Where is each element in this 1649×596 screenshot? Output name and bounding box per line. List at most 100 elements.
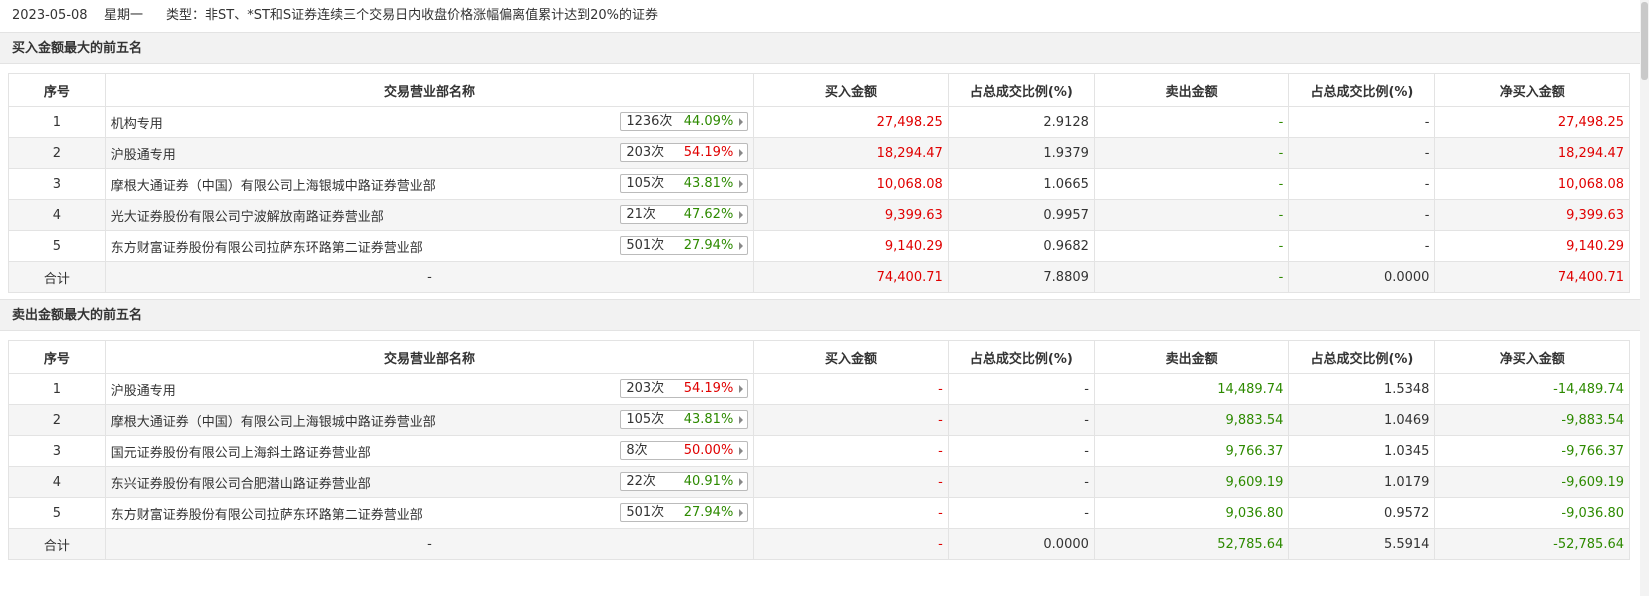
chevron-right-icon bbox=[739, 416, 744, 424]
branch-stats-button[interactable]: 501次 27.94% bbox=[620, 503, 749, 522]
buy-ratio: 2.9128 bbox=[947, 106, 1095, 138]
branch-stats-button[interactable]: 105次 43.81% bbox=[620, 410, 749, 429]
branch-stats-button[interactable]: 203次 54.19% bbox=[620, 379, 749, 398]
sell-ratio: 0.9572 bbox=[1288, 497, 1436, 529]
buy-amount: 27,498.25 bbox=[753, 106, 949, 138]
total-buy-amount: - bbox=[753, 528, 949, 560]
row-number: 4 bbox=[8, 199, 106, 231]
total-row: 合计 - -0.0000 52,785.64 5.5914 -52,785.64 bbox=[8, 528, 1630, 560]
table-row: 5 东方财富证券股份有限公司拉萨东环路第二证券营业部 501次 27.94% - -9,0… bbox=[8, 497, 1630, 529]
buy-ratio: - bbox=[947, 373, 1095, 405]
branch-name[interactable]: 东方财富证券股份有限公司拉萨东环路第二证券营业部 bbox=[111, 241, 423, 256]
branch-name[interactable]: 摩根大通证券（中国）有限公司上海银城中路证券营业部 bbox=[111, 179, 436, 194]
table-row: 4 东兴证券股份有限公司合肥潜山路证券营业部 22次 40.91% - -9,609.19… bbox=[8, 466, 1630, 498]
branch-stats-button[interactable]: 203次 54.19% bbox=[620, 143, 749, 162]
win-rate: 44.09% bbox=[683, 114, 734, 129]
sell-amount: 9,883.54 bbox=[1093, 404, 1290, 436]
col-header-no: 序号 bbox=[8, 73, 106, 107]
col-header-sell: 卖出金额 bbox=[1093, 340, 1290, 374]
total-sell-amount: 52,785.64 bbox=[1093, 528, 1290, 560]
net-amount: 27,498.25 bbox=[1434, 106, 1630, 138]
branch-name[interactable]: 光大证券股份有限公司宁波解放南路证券营业部 bbox=[111, 210, 384, 225]
net-amount: 18,294.47 bbox=[1434, 137, 1630, 169]
table-row: 1 机构专用 1236次 44.09% 27,498.25 2.9128- -27,498.… bbox=[8, 106, 1630, 138]
row-number: 4 bbox=[8, 466, 106, 498]
total-sell-ratio: 0.0000 bbox=[1288, 261, 1436, 293]
col-header-buy-pct: 占总成交比例(%) bbox=[947, 73, 1095, 107]
total-label: 合计 bbox=[8, 528, 106, 560]
net-amount: -14,489.74 bbox=[1434, 373, 1630, 405]
total-sell-ratio: 5.5914 bbox=[1288, 528, 1436, 560]
net-amount: 10,068.08 bbox=[1434, 168, 1630, 200]
net-amount: 9,399.63 bbox=[1434, 199, 1630, 231]
branch-stats-button[interactable]: 105次 43.81% bbox=[620, 174, 749, 193]
sell-amount: - bbox=[1093, 230, 1290, 262]
col-header-branch: 交易营业部名称 bbox=[104, 340, 755, 374]
net-amount: -9,036.80 bbox=[1434, 497, 1630, 529]
sell-amount: 14,489.74 bbox=[1093, 373, 1290, 405]
col-header-buy: 买入金额 bbox=[753, 340, 949, 374]
list-type: 类型：非ST、*ST和S证券连续三个交易日内收盘价格涨幅偏离值累计达到20%的证… bbox=[166, 8, 659, 23]
chevron-right-icon bbox=[739, 385, 744, 393]
chevron-right-icon bbox=[739, 149, 744, 157]
table-header-row: 序号 交易营业部名称 买入金额 占总成交比例(%) 卖出金额 占总成交比例(%)… bbox=[8, 73, 1630, 107]
chevron-right-icon bbox=[739, 509, 744, 517]
sell-amount: 9,766.37 bbox=[1093, 435, 1290, 467]
sell-ratio: - bbox=[1288, 199, 1436, 231]
win-rate: 54.19% bbox=[683, 381, 734, 396]
branch-name[interactable]: 国元证券股份有限公司上海斜土路证券营业部 bbox=[111, 446, 371, 461]
branch-cell: 东方财富证券股份有限公司拉萨东环路第二证券营业部 501次 27.94% bbox=[104, 230, 755, 262]
row-number: 3 bbox=[8, 168, 106, 200]
branch-stats-button[interactable]: 501次 27.94% bbox=[620, 236, 749, 255]
buy-amount: - bbox=[753, 404, 949, 436]
win-rate: 50.00% bbox=[683, 443, 734, 458]
scrollbar-thumb[interactable] bbox=[1641, 2, 1648, 80]
buy-amount: - bbox=[753, 435, 949, 467]
table-row: 2 沪股通专用 203次 54.19% 18,294.47 1.9379- -18,294.… bbox=[8, 137, 1630, 169]
branch-cell: 东方财富证券股份有限公司拉萨东环路第二证券营业部 501次 27.94% bbox=[104, 497, 755, 529]
branch-cell: 沪股通专用 203次 54.19% bbox=[104, 137, 755, 169]
table-row: 4 光大证券股份有限公司宁波解放南路证券营业部 21次 47.62% 9,399.63 0… bbox=[8, 199, 1630, 231]
total-buy-ratio: 0.0000 bbox=[947, 528, 1095, 560]
list-count: 8次 bbox=[626, 443, 648, 458]
sell-amount: - bbox=[1093, 168, 1290, 200]
sell-amount: 9,609.19 bbox=[1093, 466, 1290, 498]
branch-name[interactable]: 沪股通专用 bbox=[111, 148, 176, 163]
buy-amount: 9,399.63 bbox=[753, 199, 949, 231]
sell-section-title: 卖出金额最大的前五名 bbox=[0, 299, 1640, 331]
sell-ratio: - bbox=[1288, 106, 1436, 138]
branch-name[interactable]: 机构专用 bbox=[111, 117, 163, 132]
col-header-branch: 交易营业部名称 bbox=[104, 73, 755, 107]
sell-amount: 9,036.80 bbox=[1093, 497, 1290, 529]
branch-name[interactable]: 东兴证券股份有限公司合肥潜山路证券营业部 bbox=[111, 477, 371, 492]
trade-date: 2023-05-08 bbox=[12, 8, 88, 23]
row-number: 5 bbox=[8, 497, 106, 529]
table-row: 1 沪股通专用 203次 54.19% - -14,489.74 1.5348 -14,489… bbox=[8, 373, 1630, 405]
total-row: 合计 -74,400.71 7.8809-0.0000 74,400.71 bbox=[8, 261, 1630, 293]
sell-amount: - bbox=[1093, 106, 1290, 138]
total-label: 合计 bbox=[8, 261, 106, 293]
branch-name[interactable]: 摩根大通证券（中国）有限公司上海银城中路证券营业部 bbox=[111, 415, 436, 430]
win-rate: 27.94% bbox=[683, 238, 734, 253]
total-sell-amount: - bbox=[1093, 261, 1290, 293]
buy-amount: 10,068.08 bbox=[753, 168, 949, 200]
sell-top5-table: 序号 交易营业部名称 买入金额 占总成交比例(%) 卖出金额 占总成交比例(%)… bbox=[8, 340, 1630, 560]
branch-stats-button[interactable]: 22次 40.91% bbox=[620, 472, 749, 491]
win-rate: 47.62% bbox=[683, 207, 734, 222]
branch-name[interactable]: 东方财富证券股份有限公司拉萨东环路第二证券营业部 bbox=[111, 508, 423, 523]
col-header-buy: 买入金额 bbox=[753, 73, 949, 107]
list-count: 203次 bbox=[626, 381, 665, 396]
row-number: 2 bbox=[8, 137, 106, 169]
branch-stats-button[interactable]: 21次 47.62% bbox=[620, 205, 749, 224]
branch-stats-button[interactable]: 8次 50.00% bbox=[620, 441, 749, 460]
col-header-no: 序号 bbox=[8, 340, 106, 374]
vertical-scrollbar[interactable] bbox=[1640, 0, 1649, 596]
branch-name[interactable]: 沪股通专用 bbox=[111, 384, 176, 399]
net-amount: -9,766.37 bbox=[1434, 435, 1630, 467]
buy-ratio: - bbox=[947, 497, 1095, 529]
branch-stats-button[interactable]: 1236次 44.09% bbox=[620, 112, 749, 131]
list-count: 105次 bbox=[626, 412, 665, 427]
sell-amount: - bbox=[1093, 199, 1290, 231]
col-header-sell-pct: 占总成交比例(%) bbox=[1288, 73, 1436, 107]
buy-amount: - bbox=[753, 373, 949, 405]
